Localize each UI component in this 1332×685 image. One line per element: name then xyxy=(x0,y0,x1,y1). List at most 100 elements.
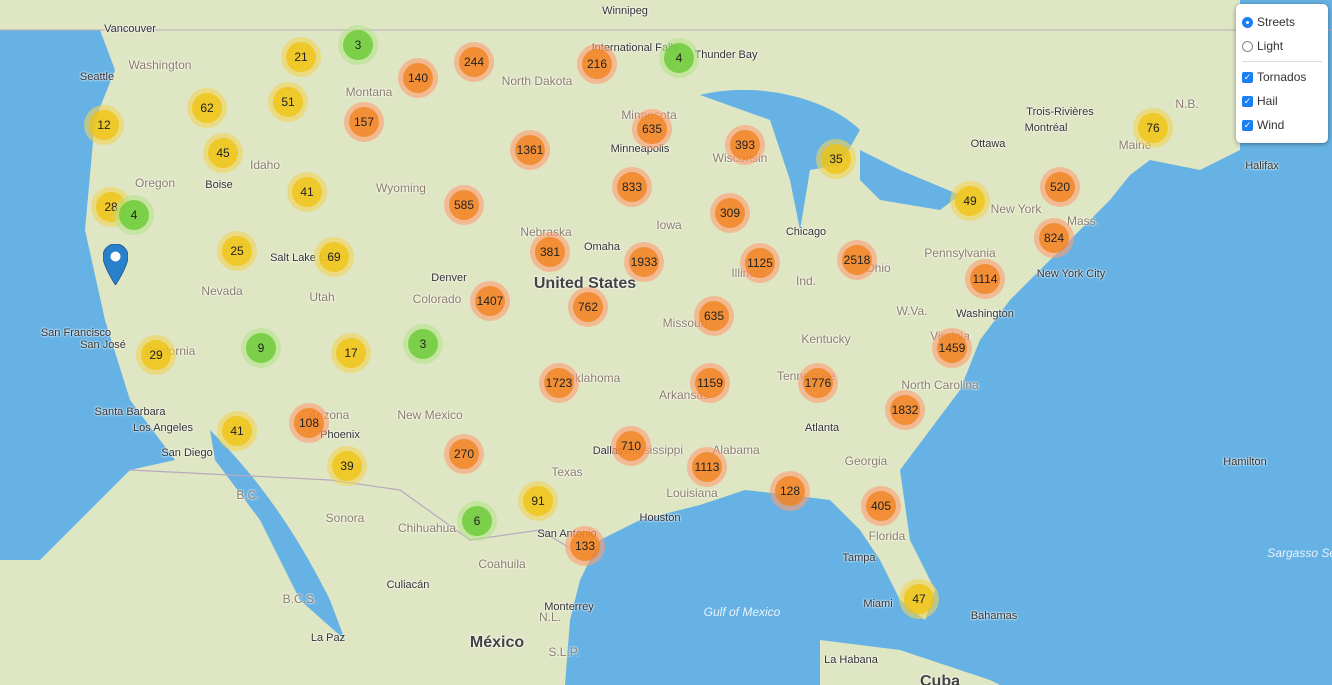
cluster-count: 76 xyxy=(1138,113,1168,143)
layer-control: Streets Light ✓ Tornados ✓ Hail ✓ Wind xyxy=(1236,4,1328,143)
map-label-city: Bahamas xyxy=(970,610,1018,622)
cluster-count: 47 xyxy=(904,584,934,614)
marker-cluster[interactable]: 25 xyxy=(217,231,257,271)
cluster-count: 29 xyxy=(141,340,171,370)
marker-cluster[interactable]: 47 xyxy=(899,579,939,619)
marker-cluster[interactable]: 6 xyxy=(457,501,497,541)
marker-cluster[interactable]: 51 xyxy=(268,82,308,122)
marker-cluster[interactable]: 69 xyxy=(314,237,354,277)
marker-cluster[interactable]: 1113 xyxy=(687,447,727,487)
cluster-count: 1776 xyxy=(803,368,833,398)
marker-cluster[interactable]: 1125 xyxy=(740,243,780,283)
marker-cluster[interactable]: 2518 xyxy=(837,240,877,280)
overlay-tornados[interactable]: ✓ Tornados xyxy=(1242,65,1328,89)
marker-cluster[interactable]: 393 xyxy=(725,125,765,165)
cluster-count: 585 xyxy=(449,190,479,220)
marker-cluster[interactable]: 76 xyxy=(1133,108,1173,148)
marker-cluster[interactable]: 635 xyxy=(632,109,672,149)
marker-cluster[interactable]: 3 xyxy=(338,25,378,65)
cluster-count: 1832 xyxy=(890,395,920,425)
map-label-city: Omaha xyxy=(583,241,621,253)
overlay-hail[interactable]: ✓ Hail xyxy=(1242,89,1328,113)
radio-icon[interactable] xyxy=(1242,40,1253,52)
marker-cluster[interactable]: 585 xyxy=(444,185,484,225)
map-label-city: Ottawa xyxy=(970,138,1006,150)
marker-cluster[interactable]: 29 xyxy=(136,335,176,375)
marker-cluster[interactable]: 17 xyxy=(331,333,371,373)
marker-cluster[interactable]: 824 xyxy=(1034,218,1074,258)
marker-cluster[interactable]: 128 xyxy=(770,471,810,511)
base-layer-light[interactable]: Light xyxy=(1242,34,1328,58)
marker-cluster[interactable]: 91 xyxy=(518,481,558,521)
marker-cluster[interactable]: 381 xyxy=(530,232,570,272)
marker-cluster[interactable]: 133 xyxy=(565,526,605,566)
map-label-country: Cuba xyxy=(920,673,960,685)
cluster-count: 1114 xyxy=(970,264,1000,294)
marker-cluster[interactable]: 270 xyxy=(444,434,484,474)
marker-cluster[interactable]: 49 xyxy=(950,181,990,221)
marker-cluster[interactable]: 21 xyxy=(281,37,321,77)
map-label-city: Tampa xyxy=(842,552,876,564)
cluster-count: 1407 xyxy=(475,286,505,316)
map-label-region: Coahuila xyxy=(478,557,526,571)
marker-cluster[interactable]: 520 xyxy=(1040,167,1080,207)
marker-cluster[interactable]: 4 xyxy=(114,195,154,235)
map-pin-icon[interactable] xyxy=(103,244,128,285)
marker-cluster[interactable]: 1159 xyxy=(690,363,730,403)
cluster-count: 9 xyxy=(246,333,276,363)
radio-selected-icon[interactable] xyxy=(1242,16,1253,28)
marker-cluster[interactable]: 405 xyxy=(861,486,901,526)
marker-cluster[interactable]: 41 xyxy=(287,172,327,212)
marker-cluster[interactable]: 3 xyxy=(403,324,443,364)
map-label-city: Washington xyxy=(956,308,1014,320)
marker-cluster[interactable]: 635 xyxy=(694,296,734,336)
cluster-count: 3 xyxy=(343,30,373,60)
marker-cluster[interactable]: 1832 xyxy=(885,390,925,430)
marker-cluster[interactable]: 9 xyxy=(241,328,281,368)
map-label-region: B.C.S. xyxy=(282,592,318,606)
checkbox-checked-icon[interactable]: ✓ xyxy=(1242,119,1253,131)
marker-cluster[interactable]: 1114 xyxy=(965,259,1005,299)
map-label-city: Los Angeles xyxy=(133,422,193,434)
cluster-count: 4 xyxy=(664,43,694,73)
map-label-region: B.C. xyxy=(236,488,260,502)
map-label-city: Chicago xyxy=(785,226,827,238)
marker-cluster[interactable]: 1933 xyxy=(624,242,664,282)
marker-cluster[interactable]: 1459 xyxy=(932,328,972,368)
map[interactable]: Winnipeg Vancouver Seattle Washington Montan… xyxy=(0,0,1332,685)
marker-cluster[interactable]: 39 xyxy=(327,446,367,486)
marker-cluster[interactable]: 4 xyxy=(659,38,699,78)
divider xyxy=(1242,61,1322,62)
map-label-region: S.L.P. xyxy=(548,645,580,659)
marker-cluster[interactable]: 216 xyxy=(577,44,617,84)
cluster-count: 244 xyxy=(459,47,489,77)
map-label-region: Iowa xyxy=(656,218,682,232)
marker-cluster[interactable]: 710 xyxy=(611,426,651,466)
marker-cluster[interactable]: 108 xyxy=(289,403,329,443)
marker-cluster[interactable]: 309 xyxy=(710,193,750,233)
cluster-count: 12 xyxy=(89,110,119,140)
base-layer-streets[interactable]: Streets xyxy=(1242,10,1328,34)
checkbox-checked-icon[interactable]: ✓ xyxy=(1242,95,1253,107)
cluster-count: 1361 xyxy=(515,135,545,165)
marker-cluster[interactable]: 244 xyxy=(454,42,494,82)
marker-cluster[interactable]: 1723 xyxy=(539,363,579,403)
marker-cluster[interactable]: 762 xyxy=(568,287,608,327)
marker-cluster[interactable]: 35 xyxy=(816,139,856,179)
overlay-wind[interactable]: ✓ Wind xyxy=(1242,113,1328,137)
marker-cluster[interactable]: 140 xyxy=(398,58,438,98)
marker-cluster[interactable]: 12 xyxy=(84,105,124,145)
cluster-count: 833 xyxy=(617,172,647,202)
marker-cluster[interactable]: 833 xyxy=(612,167,652,207)
marker-cluster[interactable]: 62 xyxy=(187,88,227,128)
marker-cluster[interactable]: 1776 xyxy=(798,363,838,403)
marker-cluster[interactable]: 45 xyxy=(203,133,243,173)
marker-cluster[interactable]: 157 xyxy=(344,102,384,142)
marker-cluster[interactable]: 41 xyxy=(217,411,257,451)
checkbox-checked-icon[interactable]: ✓ xyxy=(1242,71,1253,83)
map-label-city: Atlanta xyxy=(804,422,840,434)
cluster-count: 309 xyxy=(715,198,745,228)
marker-cluster[interactable]: 1407 xyxy=(470,281,510,321)
cluster-count: 39 xyxy=(332,451,362,481)
marker-cluster[interactable]: 1361 xyxy=(510,130,550,170)
